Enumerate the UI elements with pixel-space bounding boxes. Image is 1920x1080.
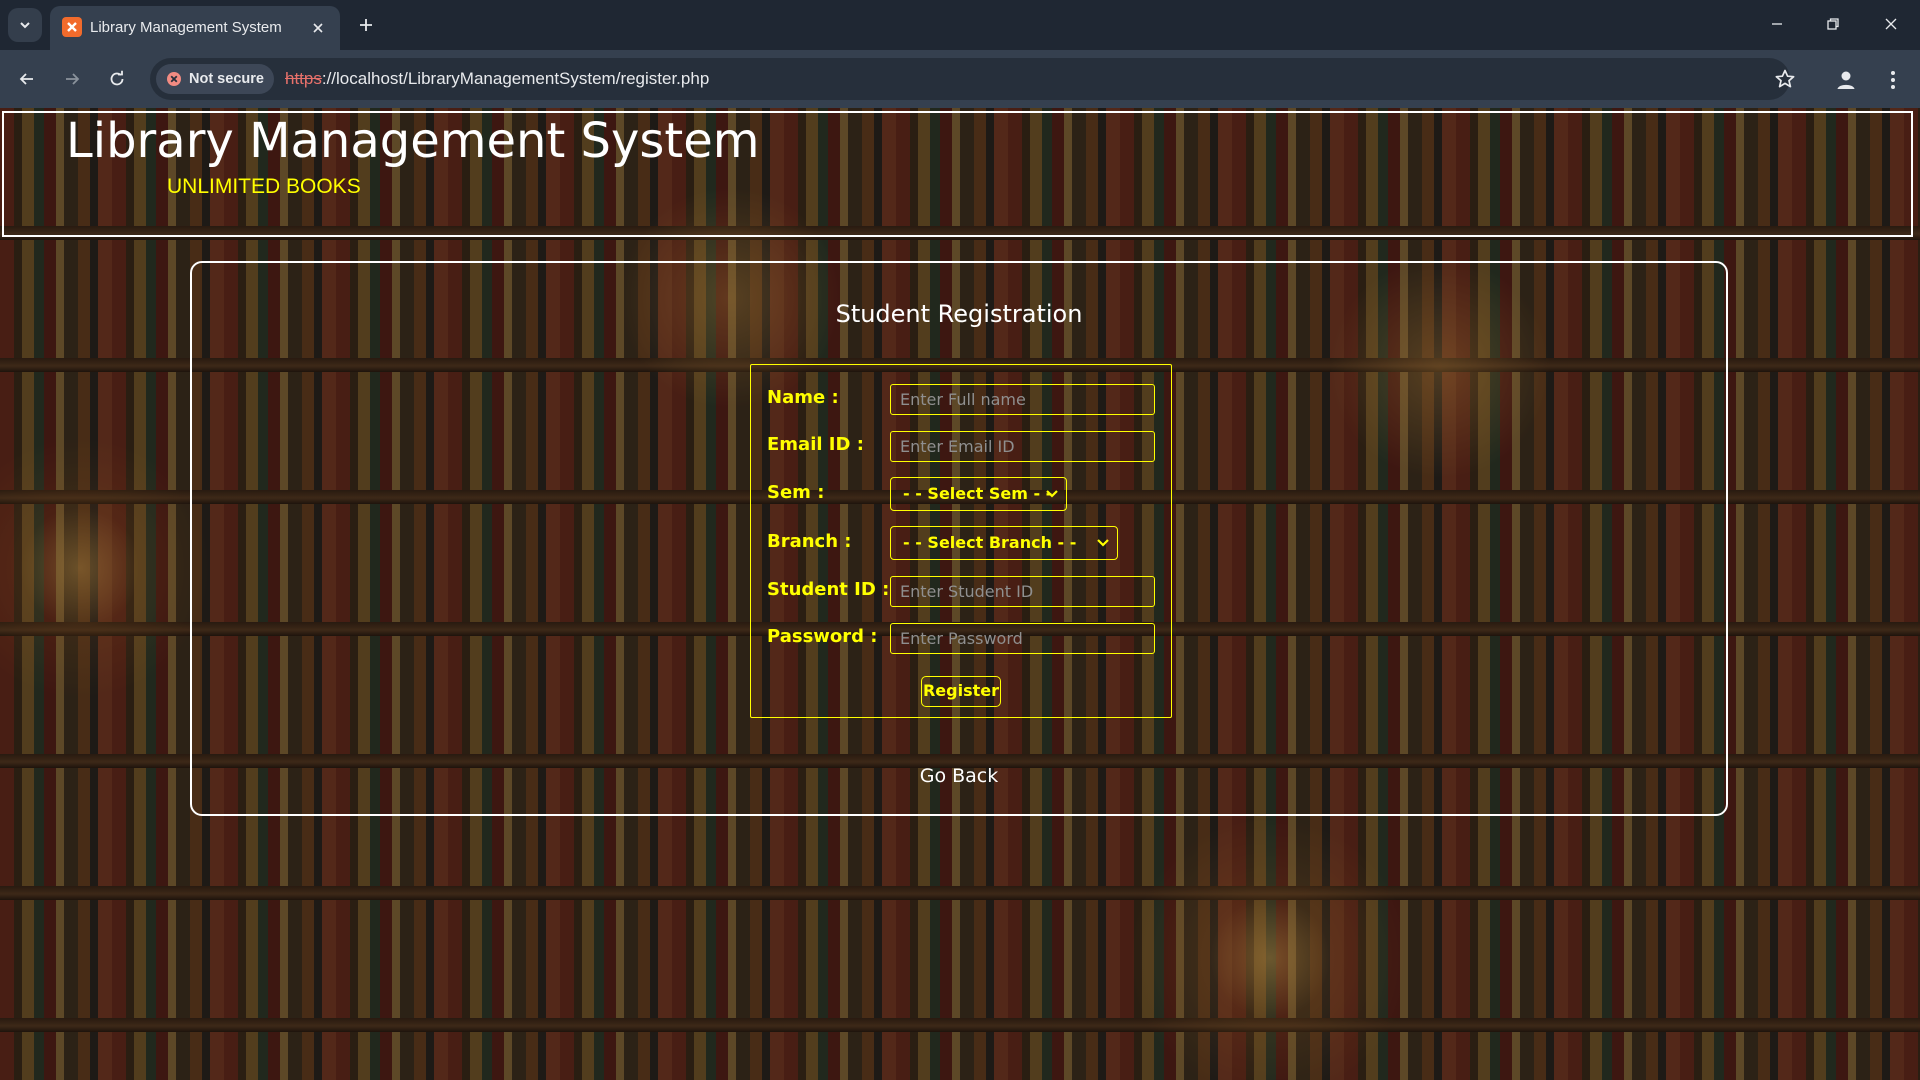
student-id-input[interactable] [890, 576, 1155, 607]
url-text: https://localhost/LibraryManagementSyste… [285, 58, 709, 100]
name-label: Name : [767, 387, 839, 408]
url-scheme: https [285, 69, 322, 88]
close-window-button[interactable] [1868, 6, 1914, 42]
tab-search-button[interactable] [8, 8, 42, 42]
email-input[interactable] [890, 431, 1155, 462]
site-header: Library Management System UNLIMITED BOOK… [2, 111, 1913, 237]
browser-tabstrip: Library Management System [0, 0, 1920, 50]
email-label: Email ID : [767, 434, 864, 455]
arrow-right-icon [66, 73, 80, 85]
new-tab-button[interactable] [352, 11, 380, 39]
reload-icon [110, 70, 124, 86]
warning-icon [167, 72, 181, 86]
address-bar[interactable]: Not secure https://localhost/LibraryMana… [150, 58, 1790, 100]
sem-selected-value: - - Select Sem - - [903, 484, 1053, 503]
bookmark-star-icon[interactable] [1772, 66, 1798, 92]
student-id-label: Student ID : [767, 579, 890, 600]
security-chip[interactable]: Not secure [156, 64, 274, 94]
chevron-down-icon [1097, 539, 1109, 547]
page-viewport: Library Management System UNLIMITED BOOK… [0, 108, 1920, 1080]
arrow-left-icon [19, 73, 33, 85]
chevron-down-icon [20, 22, 30, 29]
registration-form: Name : Email ID : Sem : - - Select Sem -… [750, 364, 1172, 718]
profile-avatar-icon[interactable] [1832, 66, 1860, 94]
url-path: ://localhost/LibraryManagementSystem/reg… [321, 69, 710, 88]
browser-toolbar: Not secure https://localhost/LibraryMana… [0, 50, 1920, 108]
name-input[interactable] [890, 384, 1155, 415]
reload-button[interactable] [100, 62, 134, 96]
sem-label: Sem : [767, 482, 825, 503]
close-icon [1885, 18, 1897, 30]
menu-kebab-icon[interactable] [1880, 66, 1906, 94]
branch-label: Branch : [767, 531, 852, 552]
forward-button[interactable] [55, 62, 89, 96]
restore-button[interactable] [1810, 6, 1856, 42]
chevron-down-icon [1046, 490, 1058, 498]
sem-select[interactable]: - - Select Sem - - [890, 477, 1067, 511]
site-title: Library Management System [66, 113, 760, 169]
branch-select[interactable]: - - Select Branch - - [890, 526, 1118, 560]
go-back-link[interactable]: Go Back [192, 765, 1726, 787]
register-button[interactable]: Register [921, 676, 1001, 707]
tab-title: Library Management System [90, 19, 282, 36]
registration-panel: Student Registration Name : Email ID : S… [190, 261, 1728, 816]
active-tab[interactable]: Library Management System [50, 6, 340, 50]
plus-icon [360, 19, 372, 31]
xampp-favicon-icon [62, 17, 82, 37]
minimize-button[interactable] [1754, 6, 1800, 42]
page-title: Student Registration [835, 300, 1083, 328]
password-label: Password : [767, 626, 878, 647]
restore-icon [1827, 18, 1839, 30]
branch-selected-value: - - Select Branch - - [903, 533, 1077, 552]
back-button[interactable] [10, 62, 44, 96]
site-tagline: UNLIMITED BOOKS [167, 175, 361, 198]
minimize-icon [1772, 23, 1782, 25]
password-input[interactable] [890, 623, 1155, 654]
security-label: Not secure [189, 71, 264, 87]
tab-close-icon[interactable] [308, 18, 328, 38]
